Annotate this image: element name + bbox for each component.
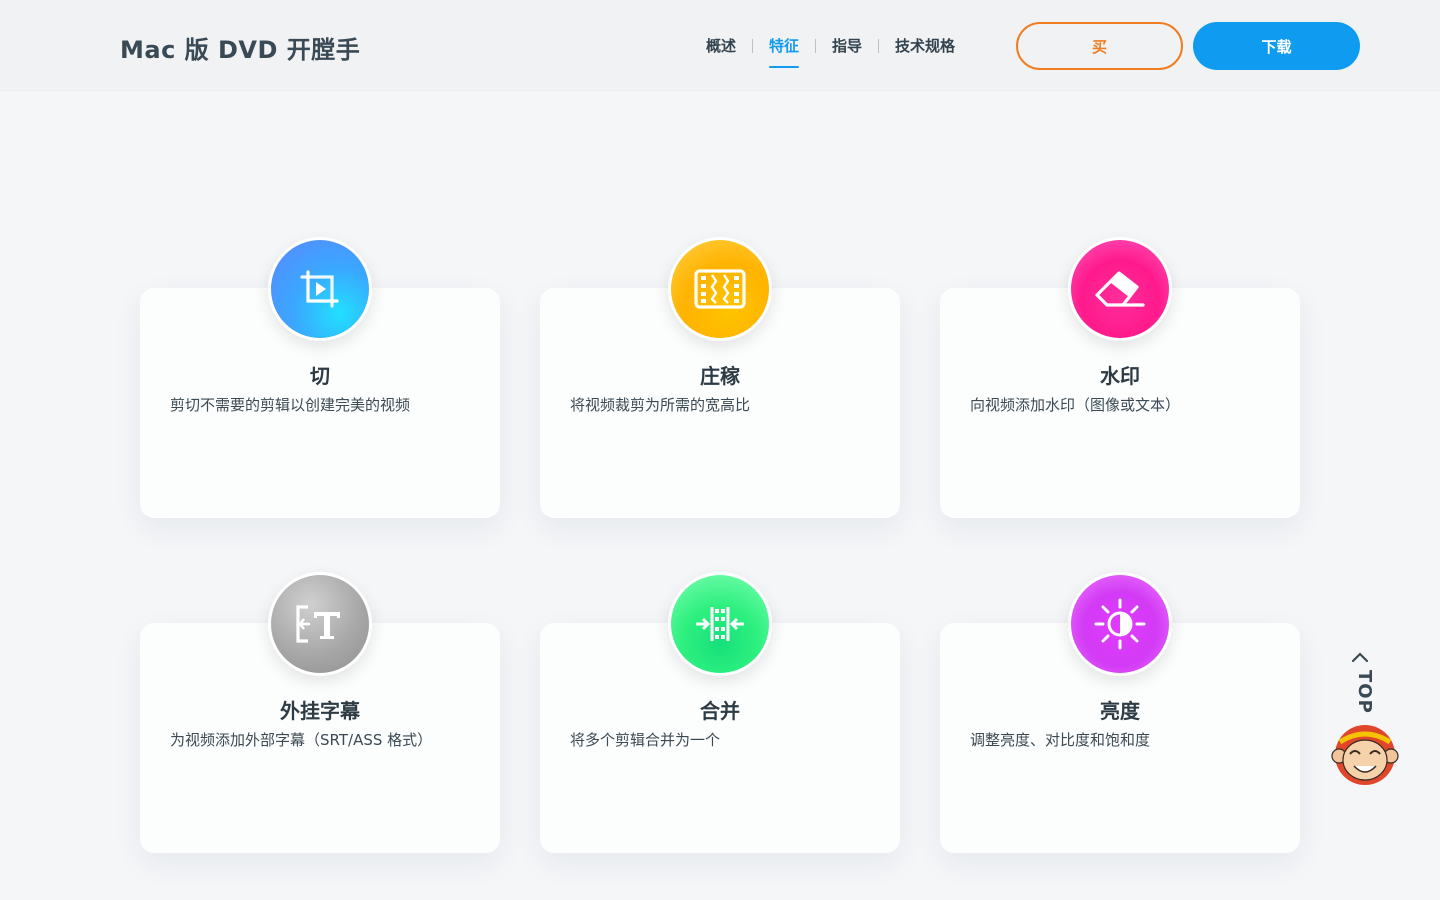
crop-play-icon <box>271 240 369 338</box>
feature-title: 水印 <box>1100 364 1140 388</box>
back-to-top-label: TOP <box>1354 670 1375 714</box>
feature-icon-badge <box>1068 572 1172 676</box>
feature-description: 为视频添加外部字幕（SRT/ASS 格式） <box>170 731 433 749</box>
nav-features[interactable]: 特征 <box>753 35 815 68</box>
feature-description: 调整亮度、对比度和饱和度 <box>970 731 1151 749</box>
nav-tech-specs[interactable]: 技术规格 <box>879 35 971 57</box>
feature-icon-badge <box>268 237 372 341</box>
feature-description: 将视频裁剪为所需的宽高比 <box>570 396 751 414</box>
feature-icon-badge <box>1068 237 1172 341</box>
buy-button[interactable]: 买 <box>1016 22 1183 70</box>
monkey-mascot-icon <box>1331 725 1399 785</box>
feature-description: 向视频添加水印（图像或文本） <box>970 396 1181 414</box>
eraser-icon <box>1071 240 1169 338</box>
feature-icon-badge <box>668 237 772 341</box>
feature-title: 庄稼 <box>700 364 740 388</box>
nav-guide[interactable]: 指导 <box>816 35 878 57</box>
subtitle-icon <box>271 575 369 673</box>
nav-overview[interactable]: 概述 <box>690 35 752 57</box>
download-button[interactable]: 下载 <box>1193 22 1360 70</box>
film-crop-icon <box>671 240 769 338</box>
merge-icon <box>671 575 769 673</box>
feature-title: 外挂字幕 <box>280 699 360 723</box>
feature-title: 合并 <box>700 699 740 723</box>
feature-title: 亮度 <box>1100 699 1140 723</box>
feature-description: 剪切不需要的剪辑以创建完美的视频 <box>170 396 411 414</box>
feature-description: 将多个剪辑合并为一个 <box>570 731 721 749</box>
brand-title[interactable]: Mac 版 DVD 开膛手 <box>120 30 360 65</box>
feature-title: 切 <box>310 364 330 388</box>
back-to-top-button[interactable]: TOP <box>1330 648 1400 788</box>
feature-icon-badge <box>668 572 772 676</box>
main-nav: 概述 特征 指导 技术规格 <box>690 34 971 68</box>
chevron-up-icon <box>1351 652 1369 663</box>
site-header: Mac 版 DVD 开膛手 概述 特征 指导 技术规格 买 下载 <box>0 0 1440 91</box>
brightness-icon <box>1071 575 1169 673</box>
feature-icon-badge <box>268 572 372 676</box>
